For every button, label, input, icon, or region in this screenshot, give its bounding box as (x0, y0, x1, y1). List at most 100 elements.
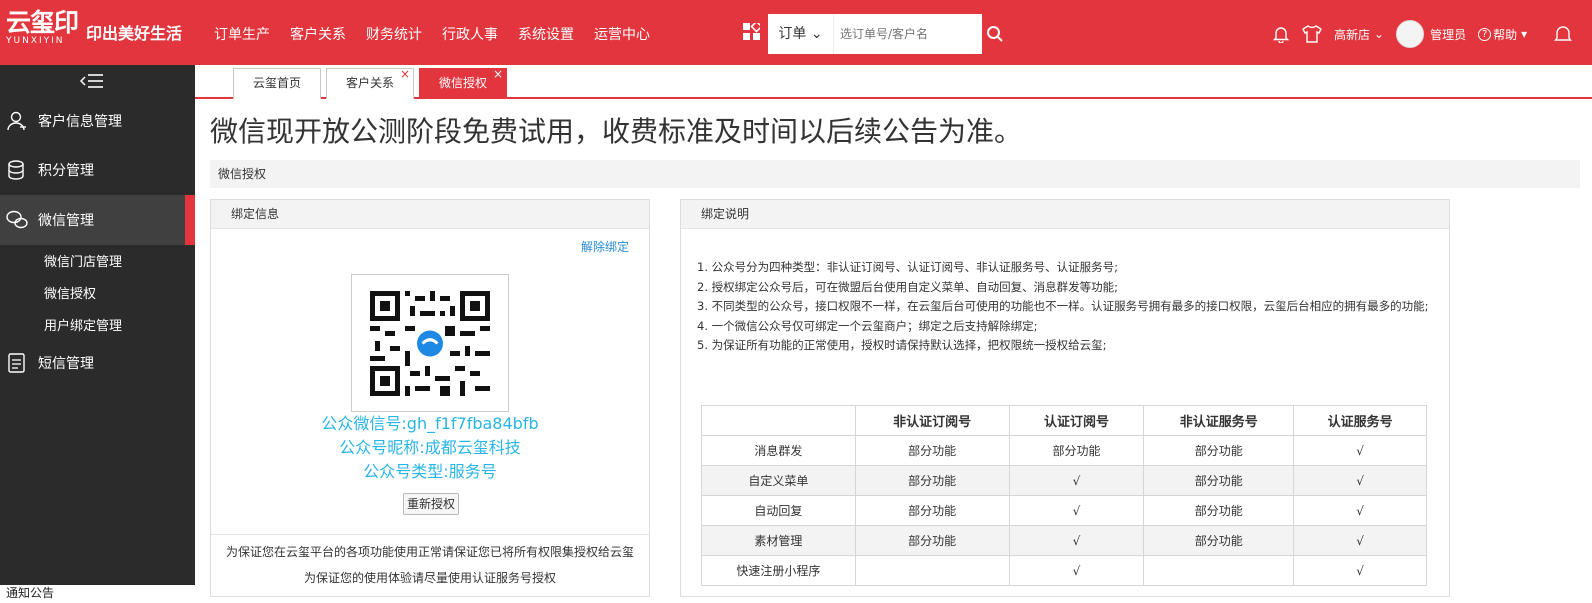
shirt-button[interactable] (1302, 25, 1322, 43)
avatar[interactable] (1396, 20, 1425, 48)
sidebar-item-label: 积分管理 (38, 163, 94, 179)
table-cell: √ (1008, 465, 1145, 496)
chat-bell-icon (1554, 26, 1573, 41)
note-item: 3. 不同类型的公众号，接口权限不一样，在云玺后台可使用的功能也不一样。认证服务… (697, 299, 1429, 313)
table-header-cell: 认证订阅号 (1008, 405, 1145, 436)
table-row: 消息群发 部分功能 部分功能 部分功能 √ (701, 435, 1427, 466)
table-cell: 部分功能 (1143, 525, 1295, 556)
table-cell: 自动回复 (701, 495, 856, 526)
help-icon: ? (1478, 27, 1492, 41)
database-icon (8, 160, 24, 180)
table-header-row: 非认证订阅号 认证订阅号 非认证服务号 认证服务号 (701, 405, 1427, 436)
bind-notes: 1. 公众号分为四种类型：非认证订阅号、认证订阅号、非认证服务号、认证服务号; … (697, 258, 1437, 356)
table-cell: √ (1293, 525, 1427, 556)
footer-note-1: 为保证您在云玺平台的各项功能使用正常请保证您已将所有权限集授权给云玺 (225, 545, 634, 559)
account-nickname: 公众号昵称:成都云玺科技 (339, 438, 521, 457)
table-cell: 消息群发 (701, 435, 856, 466)
note-item: 4. 一个微信公众号仅可绑定一个云玺商户；绑定之后支持解除绑定; (697, 318, 1038, 333)
table-cell: 素材管理 (701, 525, 856, 556)
tab-label: 微信授权 (438, 76, 487, 90)
unbind-link[interactable]: 解除绑定 (581, 238, 629, 255)
table-row: 自动回复 部分功能 √ 部分功能 √ (701, 495, 1427, 526)
user-menu[interactable]: 管理员 (1430, 26, 1466, 43)
close-icon[interactable]: × (493, 60, 503, 89)
user-name: 管理员 (1430, 27, 1467, 42)
note-item: 1. 公众号分为四种类型：非认证订阅号、认证订阅号、非认证服务号、认证服务号; (697, 260, 1118, 274)
section-title: 微信授权 (210, 160, 1580, 188)
search-type-select[interactable]: 订单 ⌄ (768, 14, 834, 54)
search-input[interactable] (840, 14, 970, 54)
table-cell: 自定义菜单 (701, 465, 856, 496)
help-menu[interactable]: ? 帮助 ▾ (1478, 26, 1527, 43)
account-id: 公众微信号:gh_f1f7fba84bfb (321, 414, 539, 433)
chat-button[interactable] (1553, 24, 1573, 44)
table-cell: 部分功能 (854, 525, 1010, 556)
sidebar: 客户信息管理 积分管理 微信管理 微信门店管理 微信授权 用户绑定管理 短信管理… (0, 65, 195, 603)
chevron-down-icon: ⌄ (1374, 27, 1385, 41)
bind-info-footer: 为保证您在云玺平台的各项功能使用正常请保证您已将所有权限集授权给云玺 为保证您的… (211, 534, 649, 591)
tab-wechat-auth[interactable]: 微信授权 × (419, 67, 507, 99)
apps-grid-icon[interactable] (743, 23, 760, 40)
shirt-icon (1302, 25, 1322, 43)
table-cell: 部分功能 (854, 465, 1010, 496)
bind-info-title: 绑定信息 (211, 200, 649, 229)
brand-logo[interactable]: 云玺印 YUNXIYIN (6, 10, 80, 50)
sidebar-item-sms[interactable]: 短信管理 (0, 338, 195, 388)
table-cell: 部分功能 (854, 495, 1010, 526)
sidebar-item-label: 短信管理 (38, 356, 94, 372)
table-cell: 部分功能 (1008, 435, 1145, 466)
tab-label: 云玺首页 (252, 76, 301, 90)
sidebar-item-points[interactable]: 积分管理 (0, 145, 195, 195)
table-cell (854, 555, 1010, 586)
table-cell: 部分功能 (1143, 465, 1295, 496)
topnav-item-customers[interactable]: 客户关系 (290, 24, 346, 44)
topnav-item-settings[interactable]: 系统设置 (518, 24, 574, 44)
note-item: 2. 授权绑定公众号后，可在微盟后台使用自定义菜单、自动回复、消息群发等功能; (697, 279, 1118, 294)
search-button[interactable] (982, 14, 1008, 54)
topnav-item-admin[interactable]: 行政人事 (442, 24, 498, 44)
sidebar-item-wechat[interactable]: 微信管理 (0, 195, 195, 245)
caret-down-icon: ▾ (1521, 27, 1528, 41)
sidebar-subitem-wechat-auth[interactable]: 微信授权 (44, 283, 96, 302)
sidebar-subitem-wechat-stores[interactable]: 微信门店管理 (44, 251, 122, 270)
help-label: 帮助 (1493, 27, 1518, 42)
note-item: 5. 为保证所有功能的正常使用，授权时请保持默认选择，把权限统一授权给云玺; (697, 338, 1107, 352)
user-icon (7, 111, 26, 131)
table-cell: 部分功能 (854, 435, 1010, 466)
reauthorize-button[interactable]: 重新授权 (403, 493, 459, 515)
menu-collapse-icon[interactable] (80, 73, 104, 89)
table-cell: 快速注册小程序 (701, 555, 856, 586)
tab-customer-relations[interactable]: 客户关系 × (326, 67, 414, 99)
tab-home[interactable]: 云玺首页 (233, 68, 321, 99)
chevron-down-icon: ⌄ (810, 26, 823, 42)
topnav-item-finance[interactable]: 财务统计 (366, 24, 422, 44)
brand-slogan: 印出美好生活 (86, 24, 183, 43)
sidebar-item-customer-info[interactable]: 客户信息管理 (0, 96, 195, 146)
wechat-icon (6, 210, 28, 229)
table-cell: 部分功能 (1143, 435, 1295, 466)
table-cell: 部分功能 (1143, 495, 1295, 526)
store-selector[interactable]: 高新店 ⌄ (1334, 26, 1384, 43)
topnav-item-orders[interactable]: 订单生产 (214, 24, 270, 44)
table-cell: √ (1008, 555, 1145, 586)
qr-code (351, 274, 509, 412)
table-cell (1143, 555, 1295, 586)
sidebar-item-label: 微信管理 (38, 213, 94, 229)
table-cell: √ (1293, 465, 1427, 496)
sidebar-item-label: 客户信息管理 (38, 114, 122, 130)
bind-description-title: 绑定说明 (681, 200, 1449, 229)
topnav-item-operations[interactable]: 运营中心 (594, 24, 650, 44)
close-icon[interactable]: × (400, 60, 410, 89)
top-navigation: 订单生产 客户关系 财务统计 行政人事 系统设置 运营中心 (214, 24, 670, 44)
notification-button[interactable] (1272, 25, 1290, 43)
table-row: 快速注册小程序 √ √ (701, 555, 1427, 586)
qr-code-icon (370, 290, 490, 396)
table-header-cell: 认证服务号 (1293, 405, 1427, 436)
sidebar-subitem-user-binding[interactable]: 用户绑定管理 (44, 315, 122, 334)
store-label: 高新店 (1334, 27, 1371, 42)
table-header-cell (701, 405, 856, 436)
page-title: 微信现开放公测阶段免费试用，收费标准及时间以后续公告为准。 (210, 115, 1023, 148)
table-cell: √ (1293, 555, 1427, 586)
search-type-label: 订单 (778, 26, 807, 42)
sidebar-bottom-notice[interactable]: 通知公告 (0, 585, 195, 603)
